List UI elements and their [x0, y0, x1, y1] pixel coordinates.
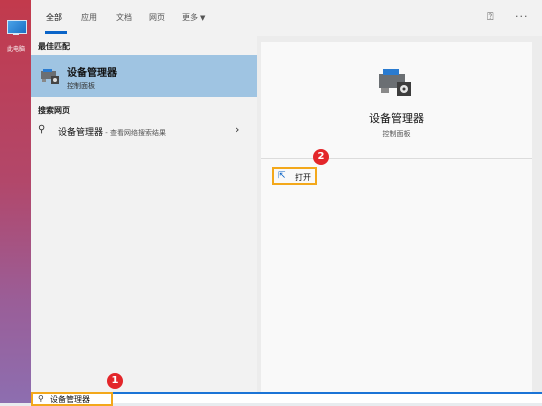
best-match-item[interactable]: 设备管理器 控制面板 — [31, 55, 257, 97]
detail-subtitle: 控制面板 — [382, 130, 411, 138]
web-search-result[interactable]: ⚲ 设备管理器 - 查看网络搜索结果 › — [31, 121, 257, 141]
this-pc-label: 此电脑 — [6, 46, 25, 53]
open-icon: ⇱ — [278, 171, 286, 181]
open-button[interactable]: ⇱ 打开 — [272, 167, 317, 185]
taskbar-search-bar[interactable]: ⚲ 设备管理器 — [31, 392, 542, 406]
step-badge-2: 2 — [313, 149, 329, 165]
more-options-icon[interactable]: ··· — [515, 10, 529, 23]
best-match-subtitle: 控制面板 — [67, 82, 95, 90]
search-icon: ⚲ — [38, 394, 44, 403]
desktop-background: 此电脑 — [0, 0, 31, 403]
tab-all[interactable]: 全部 — [46, 12, 62, 23]
web-result-text: 设备管理器 - 查看网络搜索结果 — [58, 125, 166, 138]
divider — [261, 158, 532, 159]
search-input[interactable]: 设备管理器 — [50, 394, 112, 405]
detail-title: 设备管理器 — [369, 112, 424, 125]
chevron-down-icon: ▼ — [200, 14, 206, 22]
tab-more[interactable]: 更多 ▼ — [182, 12, 205, 23]
tab-documents[interactable]: 文档 — [116, 12, 132, 23]
open-label: 打开 — [295, 173, 311, 182]
web-hint: - 查看网络搜索结果 — [103, 129, 166, 137]
best-match-title: 设备管理器 — [67, 68, 117, 79]
tab-apps[interactable]: 应用 — [81, 12, 97, 23]
tab-more-label: 更多 — [182, 13, 198, 22]
device-manager-large-icon — [379, 69, 411, 96]
results-list: 最佳匹配 设备管理器 控制面板 搜索网页 ⚲ 设备管理器 - 查看网络搜索结果 … — [31, 36, 257, 392]
detail-pane: 设备管理器 控制面板 ⇱ 打开 — [261, 42, 532, 392]
chevron-right-icon[interactable]: › — [235, 123, 239, 136]
this-pc-icon[interactable] — [4, 18, 28, 38]
best-match-heading: 最佳匹配 — [38, 42, 70, 51]
active-tab-indicator — [45, 31, 67, 34]
filter-tabs-bar: 全部 应用 文档 网页 更多 ▼ ⍰ ··· — [31, 0, 542, 36]
feedback-icon[interactable]: ⍰ — [487, 10, 494, 24]
search-field-highlight[interactable]: ⚲ 设备管理器 — [31, 392, 113, 406]
web-query: 设备管理器 — [58, 128, 104, 138]
tab-web[interactable]: 网页 — [149, 12, 165, 23]
start-search-panel: 全部 应用 文档 网页 更多 ▼ ⍰ ··· 最佳匹配 设备管理器 控制面板 搜索… — [31, 0, 542, 403]
step-badge-1: 1 — [107, 373, 123, 389]
device-manager-icon — [41, 69, 59, 84]
search-icon: ⚲ — [38, 124, 46, 135]
web-search-heading: 搜索网页 — [38, 106, 70, 115]
